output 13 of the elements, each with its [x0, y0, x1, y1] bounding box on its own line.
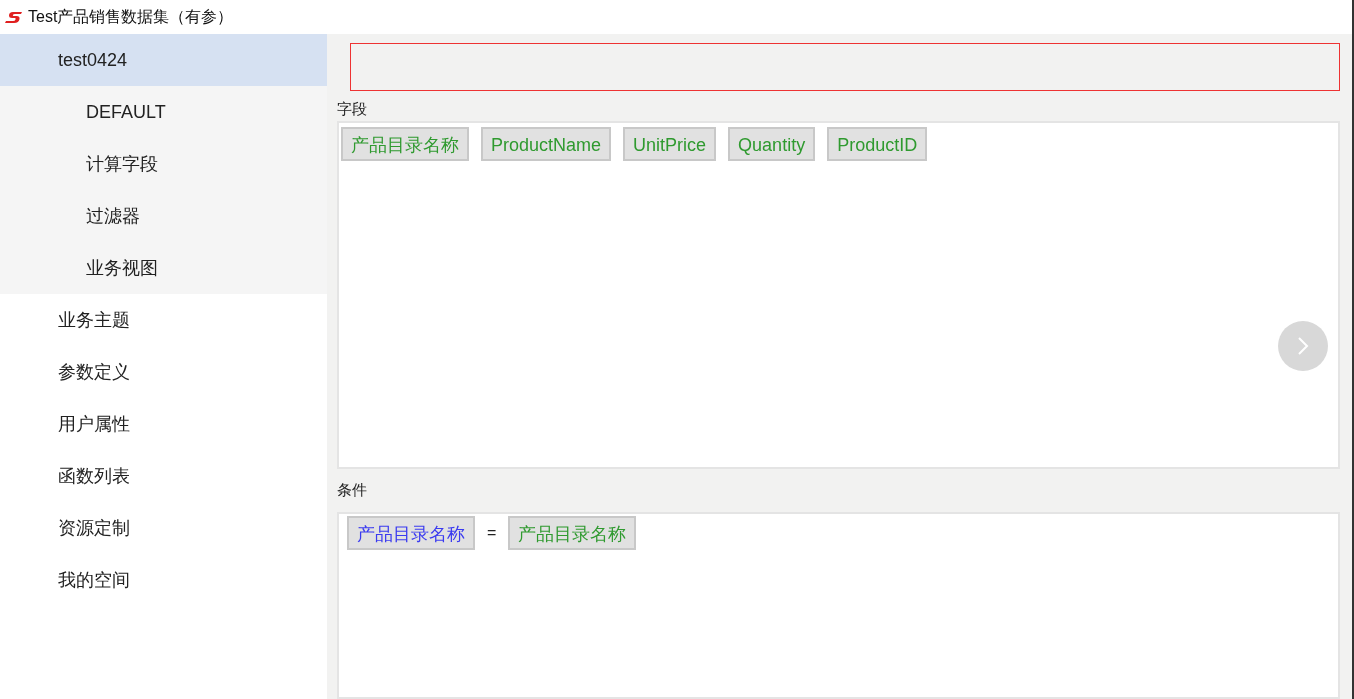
tree-item[interactable]: 业务视图 [0, 242, 327, 294]
tree-item[interactable]: 过滤器 [0, 190, 327, 242]
app-logo-icon [4, 9, 24, 25]
tree-item[interactable]: 计算字段 [0, 138, 327, 190]
expression-box[interactable] [350, 43, 1340, 91]
section-label: 条件 [337, 480, 368, 500]
window-title: Test产品销售数据集（有参） [28, 7, 234, 27]
chevron-right-icon [1297, 336, 1309, 356]
tree-item[interactable]: DEFAULT [0, 86, 327, 138]
section-label: 字段 [337, 99, 368, 119]
tree-item[interactable]: test0424 [0, 34, 327, 86]
operator-text: = [486, 523, 498, 543]
parameter-chip[interactable]: 产品目录名称 [347, 516, 475, 550]
